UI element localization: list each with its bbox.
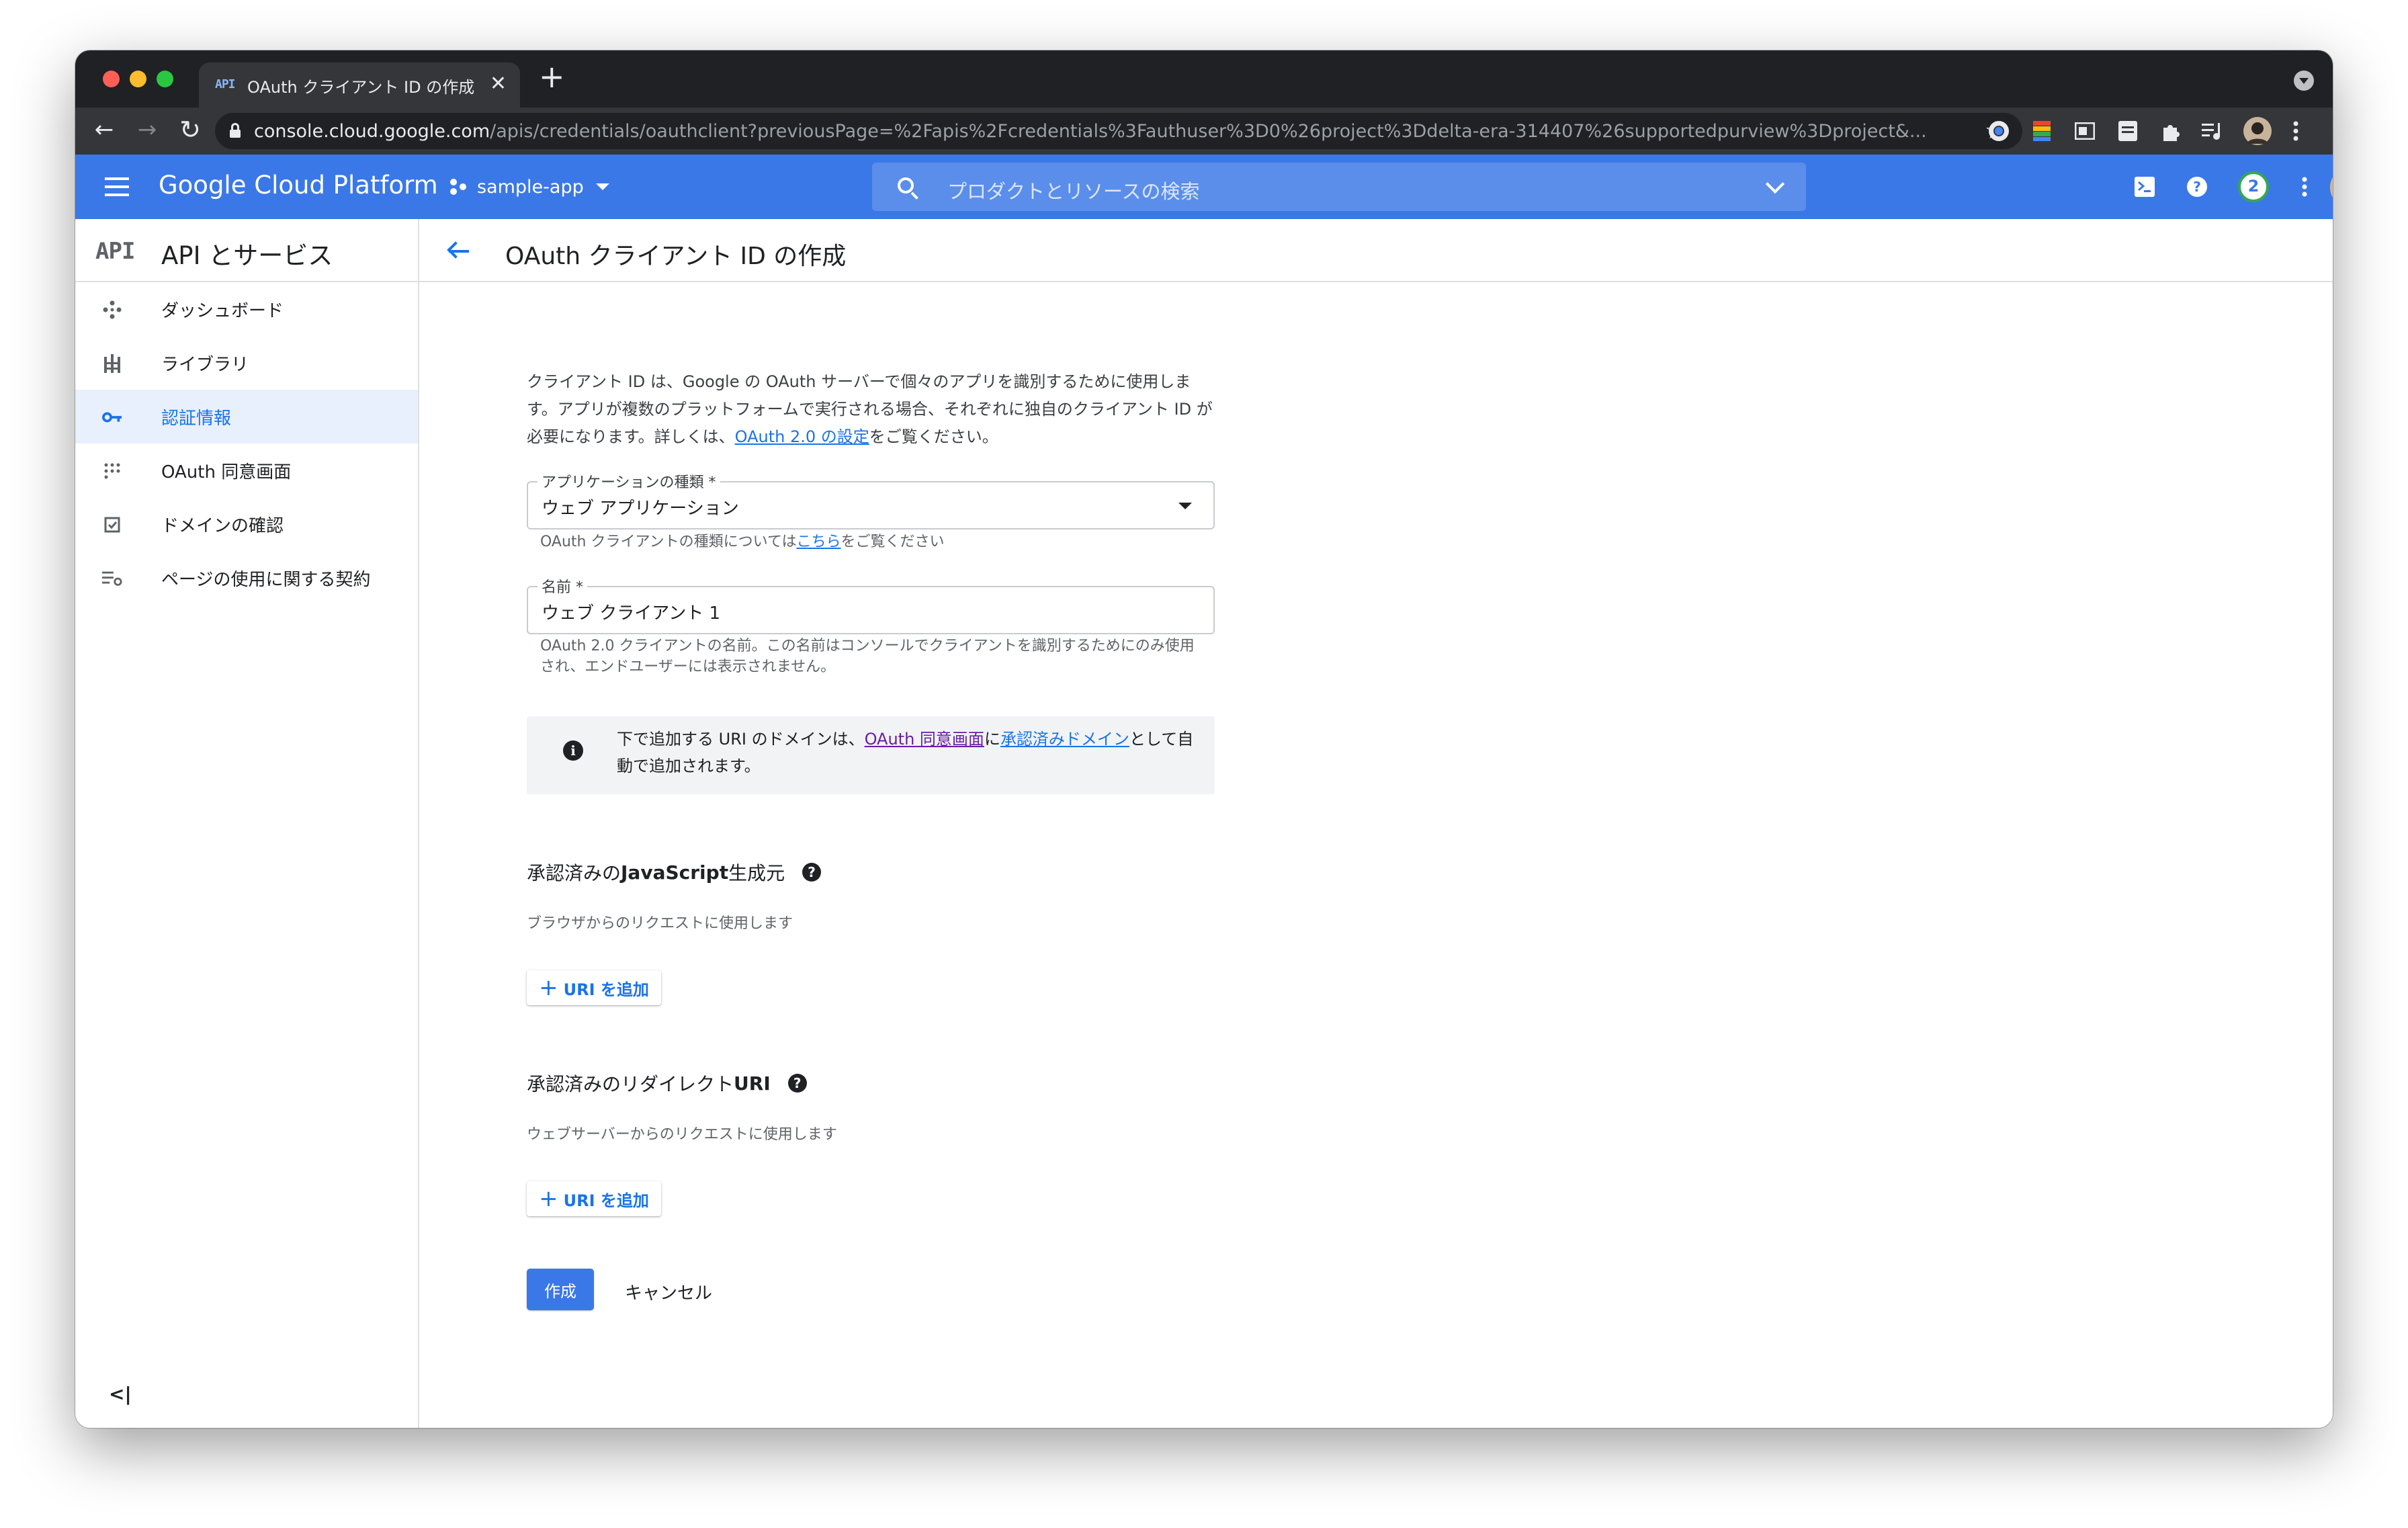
reload-button[interactable]: ↻ [173, 113, 207, 146]
address-bar[interactable]: console.cloud.google.com/apis/credential… [215, 113, 2022, 149]
sidebar-item-label: 認証情報 [161, 409, 232, 429]
sidebar-item-page-usage-agreements[interactable]: ページの使用に関する契約 [75, 551, 418, 605]
help-icon[interactable]: ? [787, 1074, 807, 1093]
help-icon[interactable]: ? [802, 863, 822, 882]
browser-tab[interactable]: API OAuth クライアント ID の作成 – / ✕ [199, 62, 520, 108]
browser-toolbar: ← → ↻ console.cloud.google.com/apis/cred… [75, 108, 2333, 155]
url-text[interactable]: console.cloud.google.com/apis/credential… [254, 121, 1974, 142]
sidebar-item-dashboard[interactable]: ダッシュボード [75, 282, 418, 336]
key-icon [102, 407, 122, 427]
plus-icon: + [539, 1185, 558, 1212]
user-avatar[interactable] [2330, 167, 2333, 208]
dropdown-arrow-icon [1178, 503, 1192, 509]
back-button[interactable]: ← [87, 113, 121, 146]
project-dots-icon [449, 176, 470, 198]
back-arrow-icon[interactable] [446, 239, 470, 263]
info-text: 下で追加する URI のドメインは、OAuth 同意画面に承認済みドメインとして… [617, 730, 1194, 775]
api-favicon-icon: API [215, 77, 235, 91]
add-redirect-uri-button[interactable]: + URI を追加 [527, 1181, 661, 1216]
application-type-select[interactable]: アプリケーションの種類 * ウェブ アプリケーション [527, 470, 1215, 529]
create-button[interactable]: 作成 [527, 1269, 594, 1310]
brand-title[interactable]: Google Cloud Platform [159, 171, 438, 200]
name-hint: OAuth 2.0 クライアントの名前。この名前はコンソールでクライアントを識別… [540, 638, 1195, 675]
gcp-header: Google Cloud Platform sample-app プロダクトとリ… [75, 155, 2333, 219]
tab-close-icon[interactable]: ✕ [490, 72, 507, 95]
browser-window: API OAuth クライアント ID の作成 – / ✕ + ← → ↻ co… [75, 50, 2333, 1428]
collapse-sidebar-icon[interactable]: <| [109, 1383, 132, 1405]
search-placeholder: プロダクトとリソースの検索 [947, 180, 1200, 203]
oauth-settings-link[interactable]: OAuth 2.0 の設定 [735, 427, 869, 446]
minimize-window-button[interactable] [130, 71, 146, 87]
search-input[interactable]: プロダクトとリソースの検索 [872, 163, 1806, 211]
tab-search-icon[interactable] [2294, 71, 2314, 91]
js-origins-title: 承認済みの JavaScript 生成元 ? [527, 859, 822, 886]
js-origins-subtitle: ブラウザからのリクエストに使用します [527, 915, 793, 932]
new-tab-button[interactable]: + [539, 60, 565, 93]
page-header: OAuth クライアント ID の作成 [419, 219, 2333, 282]
info-icon: i [563, 740, 583, 761]
application-type-hint: OAuth クライアントの種類についてはこちらをご覧ください [540, 534, 945, 550]
extension-chrome-icon[interactable] [1986, 118, 2012, 144]
media-control-icon[interactable] [2200, 118, 2225, 144]
project-selector[interactable]: sample-app [449, 176, 609, 198]
plus-icon: + [539, 974, 558, 1001]
add-js-origin-uri-button[interactable]: + URI を追加 [527, 970, 661, 1005]
tab-title: OAuth クライアント ID の作成 – / [247, 78, 476, 97]
chevron-down-icon [595, 183, 609, 190]
name-value: ウェブ クライアント 1 [542, 603, 721, 624]
sidebar-title: API とサービス [161, 241, 333, 270]
application-type-label: アプリケーションの種類 * [538, 470, 720, 492]
extension-stack-icon[interactable] [2029, 118, 2055, 144]
sidebar-item-label: OAuth 同意画面 [161, 462, 292, 482]
checkbox-icon [102, 515, 122, 535]
name-field[interactable]: 名前 * ウェブ クライアント 1 [527, 575, 1215, 634]
svg-text:?: ? [2193, 179, 2201, 195]
sidebar: API API とサービス ダッシュボード ライブラリ 認証情報 OAuth 同… [75, 219, 419, 1428]
sidebar-item-credentials[interactable]: 認証情報 [75, 390, 418, 443]
account-avatar[interactable] [2263, 167, 2303, 207]
extensions-puzzle-icon[interactable] [2158, 118, 2184, 144]
browser-menu-icon[interactable] [2283, 118, 2309, 144]
oauth-consent-link[interactable]: OAuth 同意画面 [865, 730, 984, 749]
name-label: 名前 * [538, 575, 587, 597]
extension-note-icon[interactable] [2115, 118, 2141, 144]
sidebar-item-oauth-consent[interactable]: OAuth 同意画面 [75, 443, 418, 497]
dashboard-icon [102, 300, 122, 320]
sidebar-item-label: ドメインの確認 [161, 516, 284, 536]
cloud-shell-icon[interactable] [2131, 173, 2158, 200]
search-expand-icon[interactable] [1765, 174, 1785, 194]
lock-icon[interactable] [230, 123, 241, 138]
main-content: OAuth クライアント ID の作成 クライアント ID は、Google の… [419, 219, 2333, 1428]
project-name: sample-app [477, 176, 584, 198]
tab-strip: API OAuth クライアント ID の作成 – / ✕ + [75, 50, 2333, 108]
sidebar-item-label: ダッシュボード [161, 301, 284, 321]
application-type-value: ウェブ アプリケーション [542, 499, 739, 519]
intro-text: クライアント ID は、Google の OAuth サーバーで個々のアプリを識… [527, 372, 1213, 446]
sidebar-header: API API とサービス [75, 219, 418, 282]
client-types-link[interactable]: こちら [797, 534, 841, 550]
maximize-window-button[interactable] [157, 71, 173, 87]
settings-list-icon [102, 568, 122, 589]
authorized-domains-link[interactable]: 承認済みドメイン [1000, 730, 1129, 749]
page-title: OAuth クライアント ID の作成 [505, 243, 847, 270]
consent-icon [102, 461, 122, 481]
redirect-uris-subtitle: ウェブサーバーからのリクエストに使用します [527, 1126, 837, 1143]
cancel-button[interactable]: キャンセル [625, 1279, 712, 1304]
sidebar-item-library[interactable]: ライブラリ [75, 336, 418, 390]
profile-avatar[interactable] [2243, 116, 2272, 146]
sidebar-item-label: ページの使用に関する契約 [161, 570, 371, 590]
extension-window-icon[interactable] [2072, 118, 2098, 144]
info-banner: i 下で追加する URI のドメインは、OAuth 同意画面に承認済みドメインと… [527, 716, 1215, 794]
help-icon[interactable]: ? [2184, 173, 2210, 200]
sidebar-item-domain-verification[interactable]: ドメインの確認 [75, 497, 418, 551]
redirect-uris-title: 承認済みのリダイレクト URI ? [527, 1070, 807, 1097]
library-icon [102, 353, 122, 374]
hamburger-menu-icon[interactable] [105, 177, 129, 196]
api-logo-icon: API [95, 238, 135, 265]
sidebar-item-label: ライブラリ [161, 355, 249, 375]
close-window-button[interactable] [103, 71, 120, 87]
forward-button[interactable]: → [130, 113, 164, 146]
search-icon [898, 177, 914, 194]
